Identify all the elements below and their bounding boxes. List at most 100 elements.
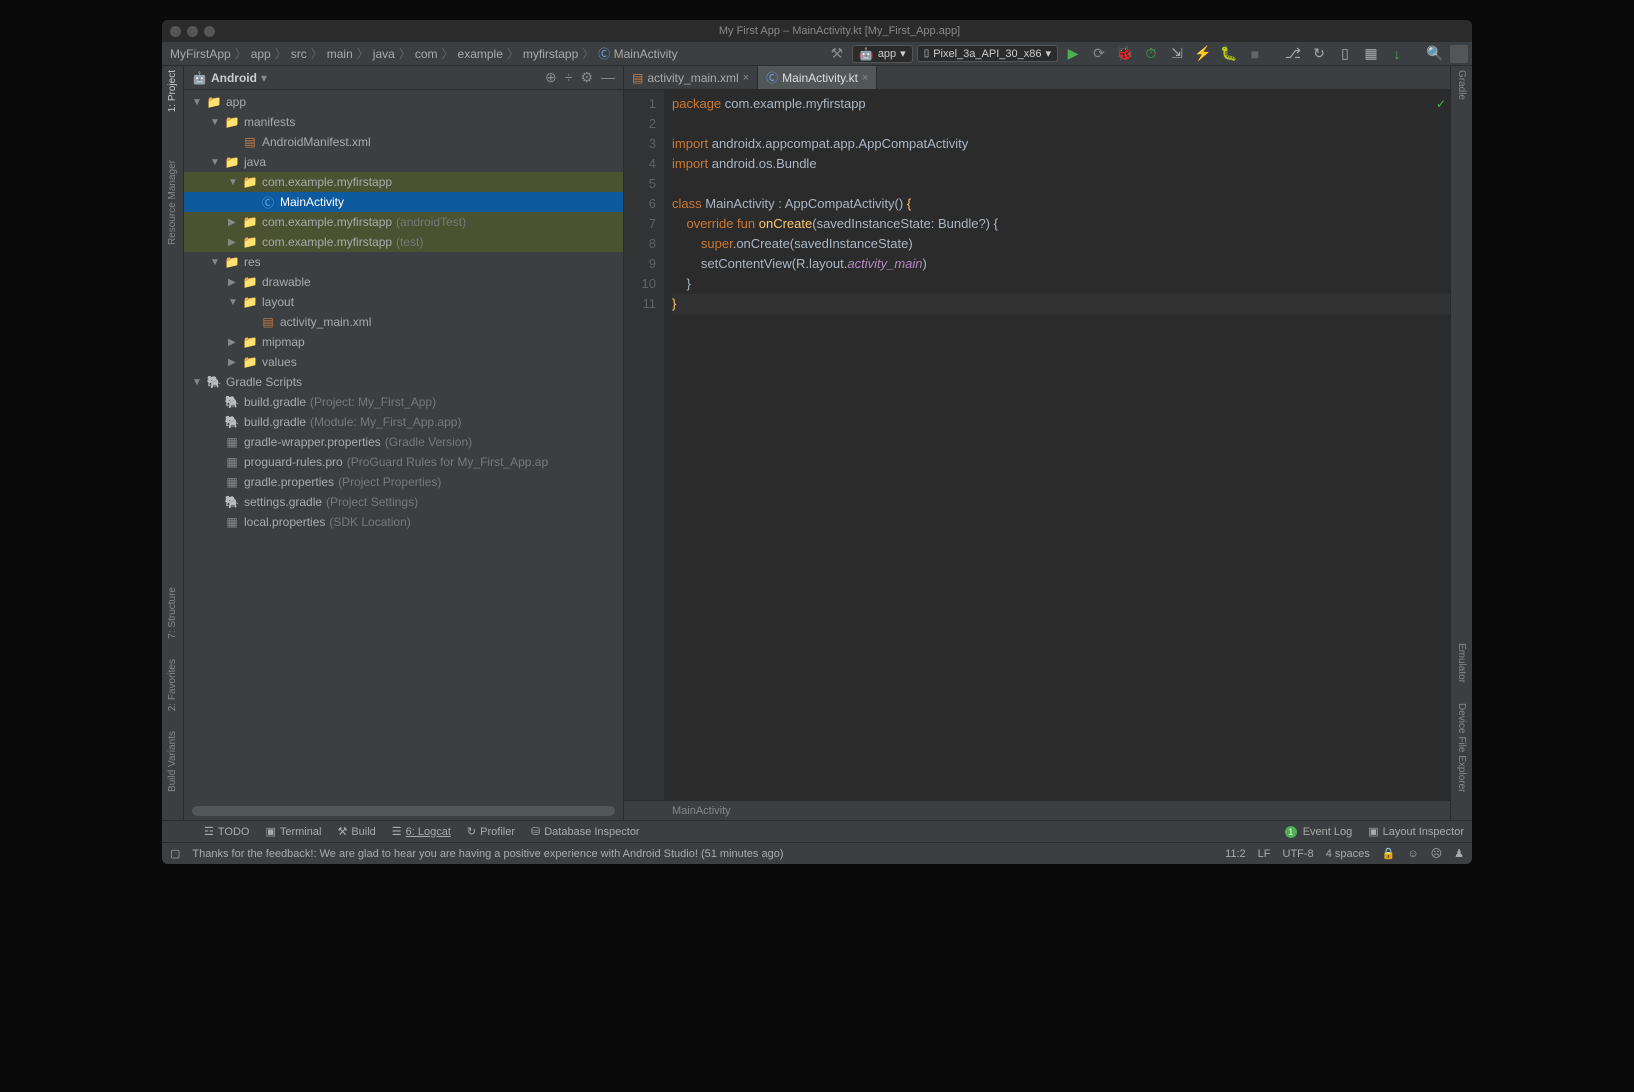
apply-changes-icon[interactable]: ⟳ bbox=[1088, 43, 1110, 65]
tree-arrow-icon[interactable]: ▼ bbox=[210, 117, 224, 128]
tree-item[interactable]: Ⓒ MainActivity bbox=[184, 192, 623, 212]
tree-item[interactable]: ▶ 📁 mipmap bbox=[184, 332, 623, 352]
tree-item[interactable]: ▶ 📁 values bbox=[184, 352, 623, 372]
rail-project[interactable]: 1: Project bbox=[167, 70, 178, 112]
sdk-icon[interactable]: ▦ bbox=[1360, 43, 1382, 65]
tree-item[interactable]: ▶ 📁 com.example.myfirstapp (androidTest) bbox=[184, 212, 623, 232]
tree-item[interactable]: ▶ 📁 com.example.myfirstapp (test) bbox=[184, 232, 623, 252]
tree-item[interactable]: ▦ gradle.properties (Project Properties) bbox=[184, 472, 623, 492]
tree-arrow-icon[interactable]: ▶ bbox=[228, 357, 242, 368]
tree-item[interactable]: ▦ local.properties (SDK Location) bbox=[184, 512, 623, 532]
tree-arrow-icon[interactable]: ▼ bbox=[192, 377, 206, 388]
tree-item[interactable]: ▤ AndroidManifest.xml bbox=[184, 132, 623, 152]
minimize-icon[interactable]: — bbox=[601, 69, 615, 86]
editor-body[interactable]: 1234567891011 package com.example.myfirs… bbox=[624, 90, 1450, 800]
lock-icon[interactable]: 🔒 bbox=[1382, 847, 1396, 860]
run-icon[interactable]: ▶ bbox=[1062, 43, 1084, 65]
tree-item[interactable]: ▼ 📁 com.example.myfirstapp bbox=[184, 172, 623, 192]
memory-icon[interactable]: ♟ bbox=[1454, 847, 1464, 860]
target-icon[interactable]: ⊕ bbox=[545, 69, 557, 86]
tree-arrow-icon[interactable]: ▼ bbox=[210, 157, 224, 168]
status-position[interactable]: 11:2 bbox=[1225, 848, 1246, 860]
breadcrumb-item[interactable]: src bbox=[287, 47, 311, 61]
editor-tab[interactable]: ▤ activity_main.xml × bbox=[624, 66, 758, 89]
debug-icon[interactable]: 🐞 bbox=[1114, 43, 1136, 65]
coverage-icon[interactable]: ⚡ bbox=[1192, 43, 1214, 65]
hammer-icon[interactable]: ⚒ bbox=[826, 43, 848, 65]
breadcrumb-item[interactable]: main bbox=[323, 47, 357, 61]
rail-favorites[interactable]: 2: Favorites bbox=[167, 659, 178, 711]
gear-icon[interactable]: ⚙ bbox=[580, 69, 593, 86]
breadcrumb-item[interactable]: app bbox=[247, 47, 275, 61]
tree-item[interactable]: ▼ 🐘 Gradle Scripts bbox=[184, 372, 623, 392]
tree-item[interactable]: 🐘 build.gradle (Module: My_First_App.app… bbox=[184, 412, 623, 432]
face-happy-icon[interactable]: ☺ bbox=[1407, 848, 1418, 860]
device-select[interactable]: ▯ Pixel_3a_API_30_x86 ▾ bbox=[917, 45, 1058, 62]
update-icon[interactable]: ↻ bbox=[1308, 43, 1330, 65]
tree-item[interactable]: ▼ 📁 manifests bbox=[184, 112, 623, 132]
tree-arrow-icon[interactable]: ▼ bbox=[228, 297, 242, 308]
horizontal-scrollbar[interactable] bbox=[192, 806, 615, 816]
tree-item[interactable]: 🐘 build.gradle (Project: My_First_App) bbox=[184, 392, 623, 412]
status-line-ending[interactable]: LF bbox=[1258, 848, 1271, 860]
tree-arrow-icon[interactable]: ▶ bbox=[228, 277, 242, 288]
breadcrumb-item[interactable]: MyFirstApp bbox=[166, 47, 235, 61]
bt-profiler[interactable]: ↻Profiler bbox=[467, 825, 515, 838]
run-config-select[interactable]: 🤖 app ▾ bbox=[852, 45, 913, 63]
tree-arrow-icon[interactable]: ▼ bbox=[228, 177, 242, 188]
editor-breadcrumb[interactable]: MainActivity bbox=[672, 805, 731, 817]
bt-layout-inspector[interactable]: ▣Layout Inspector bbox=[1368, 825, 1464, 838]
tree-item[interactable]: ▦ proguard-rules.pro (ProGuard Rules for… bbox=[184, 452, 623, 472]
bt-build[interactable]: ⚒Build bbox=[337, 825, 375, 838]
tree-item[interactable]: ▼ 📁 app bbox=[184, 92, 623, 112]
profiler-icon[interactable]: ⏱ bbox=[1140, 43, 1162, 65]
breadcrumb-item[interactable]: com bbox=[411, 47, 442, 61]
status-encoding[interactable]: UTF-8 bbox=[1283, 848, 1314, 860]
face-sad-icon[interactable]: ☹ bbox=[1431, 847, 1442, 860]
editor-tab[interactable]: Ⓒ MainActivity.kt × bbox=[758, 66, 877, 89]
project-tree[interactable]: ▼ 📁 app▼ 📁 manifests ▤ AndroidManifest.x… bbox=[184, 90, 623, 806]
breadcrumb-item[interactable]: Ⓒ MainActivity bbox=[594, 45, 681, 62]
status-square-icon[interactable]: ▢ bbox=[170, 847, 180, 860]
bt-terminal[interactable]: ▣Terminal bbox=[265, 825, 321, 838]
breadcrumb-item[interactable]: myfirstapp bbox=[519, 47, 582, 61]
rail-build-variants[interactable]: Build Variants bbox=[167, 731, 178, 792]
maximize-dot[interactable] bbox=[204, 26, 215, 37]
tree-item[interactable]: ▶ 📁 drawable bbox=[184, 272, 623, 292]
tree-arrow-icon[interactable]: ▶ bbox=[228, 337, 242, 348]
bt-logcat[interactable]: ☰6: Logcat bbox=[392, 825, 451, 838]
bt-event-log[interactable]: 1Event Log bbox=[1285, 826, 1353, 838]
rail-emulator[interactable]: Emulator bbox=[1456, 643, 1467, 683]
sync-icon[interactable]: ↓ bbox=[1386, 43, 1408, 65]
tree-arrow-icon[interactable]: ▼ bbox=[210, 257, 224, 268]
stop-icon[interactable]: ■ bbox=[1244, 43, 1266, 65]
tree-arrow-icon[interactable]: ▶ bbox=[228, 217, 242, 228]
close-icon[interactable]: × bbox=[743, 72, 749, 84]
breadcrumb-item[interactable]: example bbox=[454, 47, 507, 61]
avd-icon[interactable]: ▯ bbox=[1334, 43, 1356, 65]
git-icon[interactable]: ⎇ bbox=[1282, 43, 1304, 65]
breadcrumb-item[interactable]: java bbox=[369, 47, 399, 61]
rail-structure[interactable]: 7: Structure bbox=[167, 587, 178, 639]
tree-item[interactable]: ▤ activity_main.xml bbox=[184, 312, 623, 332]
tree-item[interactable]: ▼ 📁 java bbox=[184, 152, 623, 172]
chevron-down-icon[interactable]: ▾ bbox=[261, 71, 267, 85]
code-content[interactable]: package com.example.myfirstapp import an… bbox=[664, 90, 1450, 800]
search-icon[interactable]: 🔍 bbox=[1424, 43, 1446, 65]
divide-icon[interactable]: ÷ bbox=[565, 69, 573, 86]
rail-resource-manager[interactable]: Resource Manager bbox=[167, 160, 178, 245]
close-icon[interactable]: × bbox=[862, 72, 868, 84]
minimize-dot[interactable] bbox=[187, 26, 198, 37]
tree-item[interactable]: ▼ 📁 res bbox=[184, 252, 623, 272]
tree-arrow-icon[interactable]: ▶ bbox=[228, 237, 242, 248]
tree-item[interactable]: ▦ gradle-wrapper.properties (Gradle Vers… bbox=[184, 432, 623, 452]
tree-item[interactable]: 🐘 settings.gradle (Project Settings) bbox=[184, 492, 623, 512]
rail-device-explorer[interactable]: Device File Explorer bbox=[1456, 703, 1467, 792]
tree-item[interactable]: ▼ 📁 layout bbox=[184, 292, 623, 312]
bt-database[interactable]: ⛁Database Inspector bbox=[531, 825, 640, 838]
tree-arrow-icon[interactable]: ▼ bbox=[192, 97, 206, 108]
user-icon[interactable] bbox=[1450, 45, 1468, 63]
status-indent[interactable]: 4 spaces bbox=[1326, 848, 1370, 860]
attach-icon[interactable]: ⇲ bbox=[1166, 43, 1188, 65]
rail-gradle[interactable]: Gradle bbox=[1456, 70, 1467, 100]
